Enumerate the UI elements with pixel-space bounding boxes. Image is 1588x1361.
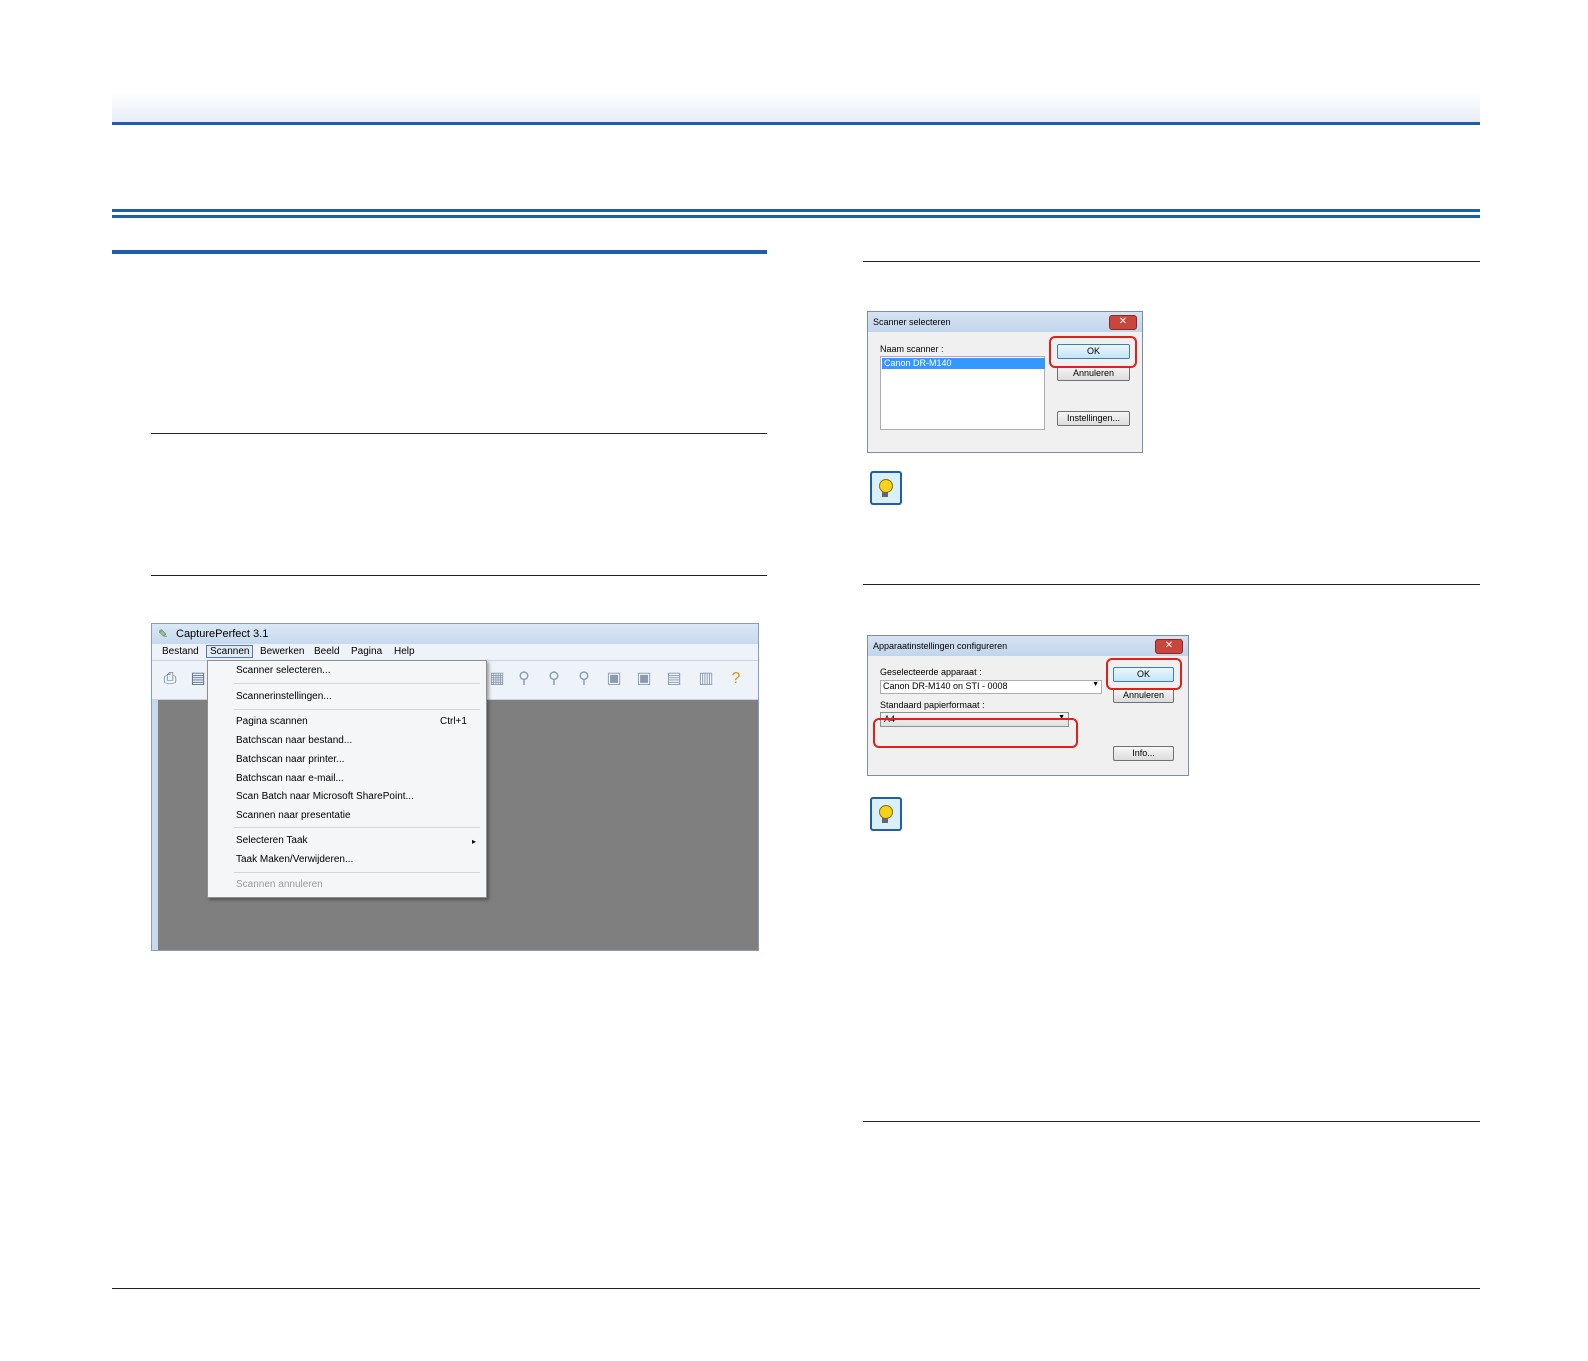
hint-lightbulb-icon [870, 797, 902, 831]
step-rule-1 [151, 433, 767, 434]
page-next-icon[interactable]: ▤ [664, 669, 684, 689]
menu-separator [234, 872, 480, 873]
help-icon[interactable]: ? [726, 669, 746, 689]
menu-separator [234, 827, 480, 828]
device-value: Canon DR-M140 on STI - 0008 [883, 681, 1008, 691]
scan-icon[interactable]: ⎙ [160, 669, 180, 689]
scannen-dropdown-menu: Scanner selecteren... Scannerinstellinge… [207, 660, 487, 898]
hint-lightbulb-icon [870, 471, 902, 505]
shortcut-ctrl-1: Ctrl+1 [440, 716, 467, 727]
step-rule-3 [863, 261, 1480, 262]
dialog-title: Scanner selecteren [873, 317, 951, 327]
page-prev-icon[interactable]: ▣ [634, 669, 654, 689]
step-rule-4 [863, 584, 1480, 585]
scanner-listbox[interactable]: Canon DR-M140 [880, 356, 1045, 430]
menu-item-batchscan-printer[interactable]: Batchscan naar printer... [236, 754, 344, 765]
annuleren-button[interactable]: Annuleren [1057, 366, 1130, 381]
close-icon[interactable]: ✕ [1109, 315, 1137, 330]
device-label: Geselecteerde apparaat : [880, 667, 982, 677]
menu-item-scannen-annuleren: Scannen annuleren [236, 879, 323, 890]
menu-item-batchscan-bestand[interactable]: Batchscan naar bestand... [236, 735, 352, 746]
zoom-out-icon[interactable]: ⚲ [544, 669, 564, 689]
ok-highlight-ring [1049, 336, 1137, 368]
step-rule-5 [863, 1121, 1480, 1122]
menu-item-scannerinstellingen[interactable]: Scannerinstellingen... [236, 691, 332, 702]
footer-rule [112, 1288, 1480, 1289]
menu-bestand[interactable]: Bestand [162, 646, 199, 657]
dialog-title: Apparaatinstellingen configureren [873, 641, 1008, 651]
device-settings-dialog: Apparaatinstellingen configureren ✕ Gese… [867, 635, 1189, 776]
instellingen-button[interactable]: Instellingen... [1057, 411, 1130, 426]
menubar: Bestand Scannen Bewerken Beeld Pagina He… [152, 644, 758, 661]
menu-item-selecteren-taak[interactable]: Selecteren Taak [236, 835, 308, 846]
page-last-icon[interactable]: ▥ [696, 669, 716, 689]
menu-item-taak-maken[interactable]: Taak Maken/Verwijderen... [236, 854, 353, 865]
menu-item-scanner-selecteren[interactable]: Scanner selecteren... [236, 665, 331, 676]
menu-item-scannen-presentatie[interactable]: Scannen naar presentatie [236, 810, 351, 821]
window-titlebar: ✎ CapturePerfect 3.1 [152, 624, 758, 644]
ok-highlight-ring [1106, 658, 1182, 690]
info-button[interactable]: Info... [1113, 746, 1174, 761]
paper-size-highlight-ring [873, 718, 1078, 748]
captureperfect-window: ✎ CapturePerfect 3.1 Bestand Scannen Bew… [151, 623, 759, 951]
menu-separator [234, 709, 480, 710]
zoom-fit-icon[interactable]: ⚲ [574, 669, 594, 689]
scanner-name-label: Naam scanner : [880, 344, 944, 354]
app-icon: ✎ [158, 627, 169, 641]
paper-label: Standaard papierformaat : [880, 700, 985, 710]
device-combobox[interactable]: Canon DR-M140 on STI - 0008 ▼ [880, 680, 1102, 694]
grid-icon[interactable]: ▦ [487, 669, 507, 689]
menu-separator [234, 683, 480, 684]
header-band [112, 92, 1480, 125]
left-frame [152, 700, 158, 950]
title-double-rule [112, 209, 1480, 219]
menu-item-pagina-scannen[interactable]: Pagina scannen [236, 716, 308, 727]
menu-item-scan-sharepoint[interactable]: Scan Batch naar Microsoft SharePoint... [236, 791, 414, 802]
menu-beeld[interactable]: Beeld [314, 646, 340, 657]
page-icon[interactable]: ▣ [604, 669, 624, 689]
batch-icon[interactable]: ▤ [188, 669, 208, 689]
window-title: CapturePerfect 3.1 [176, 628, 269, 640]
close-icon[interactable]: ✕ [1155, 639, 1183, 654]
menu-scannen[interactable]: Scannen [206, 645, 254, 658]
section-rule [112, 250, 767, 254]
chevron-down-icon: ▼ [1092, 681, 1099, 688]
menu-item-batchscan-email[interactable]: Batchscan naar e-mail... [236, 773, 344, 784]
dialog-titlebar: Apparaatinstellingen configureren ✕ [868, 636, 1188, 656]
scanner-list-item[interactable]: Canon DR-M140 [882, 358, 1045, 369]
menu-bewerken[interactable]: Bewerken [260, 646, 304, 657]
dialog-titlebar: Scanner selecteren ✕ [868, 312, 1142, 332]
annuleren-button[interactable]: Annuleren [1113, 688, 1174, 703]
scanner-select-dialog: Scanner selecteren ✕ Naam scanner : Cano… [867, 311, 1143, 453]
menu-pagina[interactable]: Pagina [351, 646, 382, 657]
zoom-icon[interactable]: ⚲ [514, 669, 534, 689]
step-rule-2 [151, 575, 767, 576]
menu-help[interactable]: Help [394, 646, 415, 657]
submenu-arrow-icon: ▸ [472, 837, 477, 846]
